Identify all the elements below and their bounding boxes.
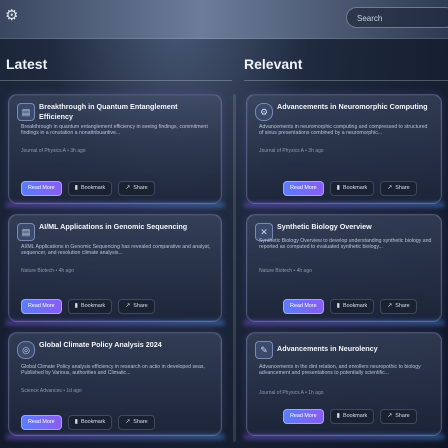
bookmark-icon: ▮ bbox=[74, 418, 78, 425]
article-summary: Global Climate Policy analysis efficienc… bbox=[21, 364, 205, 377]
article-actions: Read More ▮ Bookmark ↗ Share bbox=[283, 180, 417, 196]
share-button[interactable]: ↗ Share bbox=[118, 298, 155, 314]
article-source: Science Advances • 1d ago bbox=[21, 388, 82, 394]
bookmark-button[interactable]: ▮ Bookmark bbox=[67, 414, 113, 430]
share-icon: ↗ bbox=[125, 418, 131, 425]
article-card-relevant-2[interactable]: ✕ Synthetic Biology Overview Synthetic B… bbox=[243, 214, 445, 326]
article-title: Advancements in Neuromorphic Computing bbox=[277, 102, 428, 111]
read-more-button[interactable]: Read More bbox=[21, 298, 62, 314]
bookmark-icon: ▮ bbox=[336, 184, 340, 191]
chip-icon: ⚙ bbox=[255, 103, 273, 121]
bookmark-icon: ▮ bbox=[74, 302, 78, 309]
article-summary: Synthetic Biology Overview to develop un… bbox=[259, 238, 432, 251]
bookmark-button[interactable]: ▮ Bookmark bbox=[67, 180, 113, 196]
article-card-relevant-1[interactable]: ⚙ Advancements in Neuromorphic Computing… bbox=[243, 94, 445, 208]
column-divider bbox=[233, 94, 236, 442]
bookmark-icon: ▮ bbox=[336, 412, 340, 419]
share-button[interactable]: ↗ Share bbox=[380, 180, 417, 196]
bookmark-button[interactable]: ▮ Bookmark bbox=[329, 298, 375, 314]
top-bar: ⚙ Search bbox=[0, 0, 448, 39]
share-icon: ↗ bbox=[387, 184, 393, 191]
article-title: Advancements in Neurolency bbox=[277, 344, 378, 353]
gear-icon[interactable]: ⚙ bbox=[5, 8, 21, 24]
relevant-underline bbox=[244, 80, 448, 81]
bookmark-button[interactable]: ▮ Bookmark bbox=[329, 408, 375, 424]
article-summary: AI/ML Applications in Genomic Sequencing… bbox=[21, 244, 211, 257]
share-icon: ↗ bbox=[125, 302, 131, 309]
article-source: Nature Biotech • 4h ago bbox=[21, 268, 74, 274]
article-title: AI/ML Applications in Genomic Sequencing bbox=[39, 222, 188, 231]
share-button[interactable]: ↗ Share bbox=[380, 408, 417, 424]
article-source: Nature Biotech • 4h ago bbox=[259, 268, 312, 274]
share-button[interactable]: ↗ Share bbox=[118, 414, 155, 430]
article-card-relevant-3[interactable]: ✎ Advancements in Neurolency Advancement… bbox=[243, 332, 445, 440]
share-icon: ↗ bbox=[125, 184, 131, 191]
share-icon: ↗ bbox=[387, 412, 393, 419]
read-more-button[interactable]: Read More bbox=[283, 408, 324, 424]
article-actions: Read More ▮ Bookmark ↗ Share bbox=[21, 414, 155, 430]
search-input[interactable]: Search bbox=[346, 7, 448, 28]
article-card-latest-1[interactable]: ▤ Breakthrough in Quantum Entanglement E… bbox=[5, 94, 225, 208]
share-button[interactable]: ↗ Share bbox=[118, 180, 155, 196]
read-more-button[interactable]: Read More bbox=[21, 414, 62, 430]
article-card-latest-3[interactable]: ◎ Global Climate Policy Analysis 2024 Gl… bbox=[5, 332, 225, 440]
latest-heading: Latest bbox=[6, 56, 48, 72]
read-more-button[interactable]: Read More bbox=[283, 180, 324, 196]
document-icon: ▤ bbox=[17, 223, 35, 241]
article-title: Global Climate Policy Analysis 2024 bbox=[39, 340, 162, 349]
article-summary: Advancements in neuromorphic computing a… bbox=[259, 124, 428, 137]
article-source: Journal of Physics A • 1h ago bbox=[259, 390, 324, 396]
article-source: Journal of Physics A • 3h ago bbox=[259, 148, 324, 154]
article-actions: Read More ▮ Bookmark ↗ Share bbox=[283, 298, 417, 314]
article-card-latest-2[interactable]: ▤ AI/ML Applications in Genomic Sequenci… bbox=[5, 214, 225, 326]
article-source: Journal of Physics A • 3h ago bbox=[21, 148, 86, 154]
share-button[interactable]: ↗ Share bbox=[380, 298, 417, 314]
read-more-button[interactable]: Read More bbox=[21, 180, 62, 196]
document-icon: ▤ bbox=[17, 103, 35, 121]
article-actions: Read More ▮ Bookmark ↗ Share bbox=[21, 180, 155, 196]
article-title: Synthetic Biology Overview bbox=[277, 222, 372, 231]
bookmark-icon: ▮ bbox=[336, 302, 340, 309]
globe-icon: ◎ bbox=[17, 341, 35, 359]
relevant-heading: Relevant bbox=[244, 56, 303, 72]
latest-underline bbox=[0, 80, 232, 81]
article-actions: Read More ▮ Bookmark ↗ Share bbox=[283, 408, 417, 424]
article-actions: Read More ▮ Bookmark ↗ Share bbox=[21, 298, 155, 314]
pen-icon: ✎ bbox=[255, 341, 273, 359]
article-title: Breakthrough in Quantum Entanglement Eff… bbox=[39, 102, 178, 121]
bookmark-button[interactable]: ▮ Bookmark bbox=[67, 298, 113, 314]
share-icon: ↗ bbox=[387, 302, 393, 309]
read-more-button[interactable]: Read More bbox=[283, 298, 324, 314]
article-summary: Breakthrough in quantum entanglement eff… bbox=[21, 124, 208, 137]
bookmark-button[interactable]: ▮ Bookmark bbox=[329, 180, 375, 196]
bookmark-icon: ▮ bbox=[74, 184, 78, 191]
article-summary: Advancements in the dint relation, and e… bbox=[259, 364, 421, 377]
